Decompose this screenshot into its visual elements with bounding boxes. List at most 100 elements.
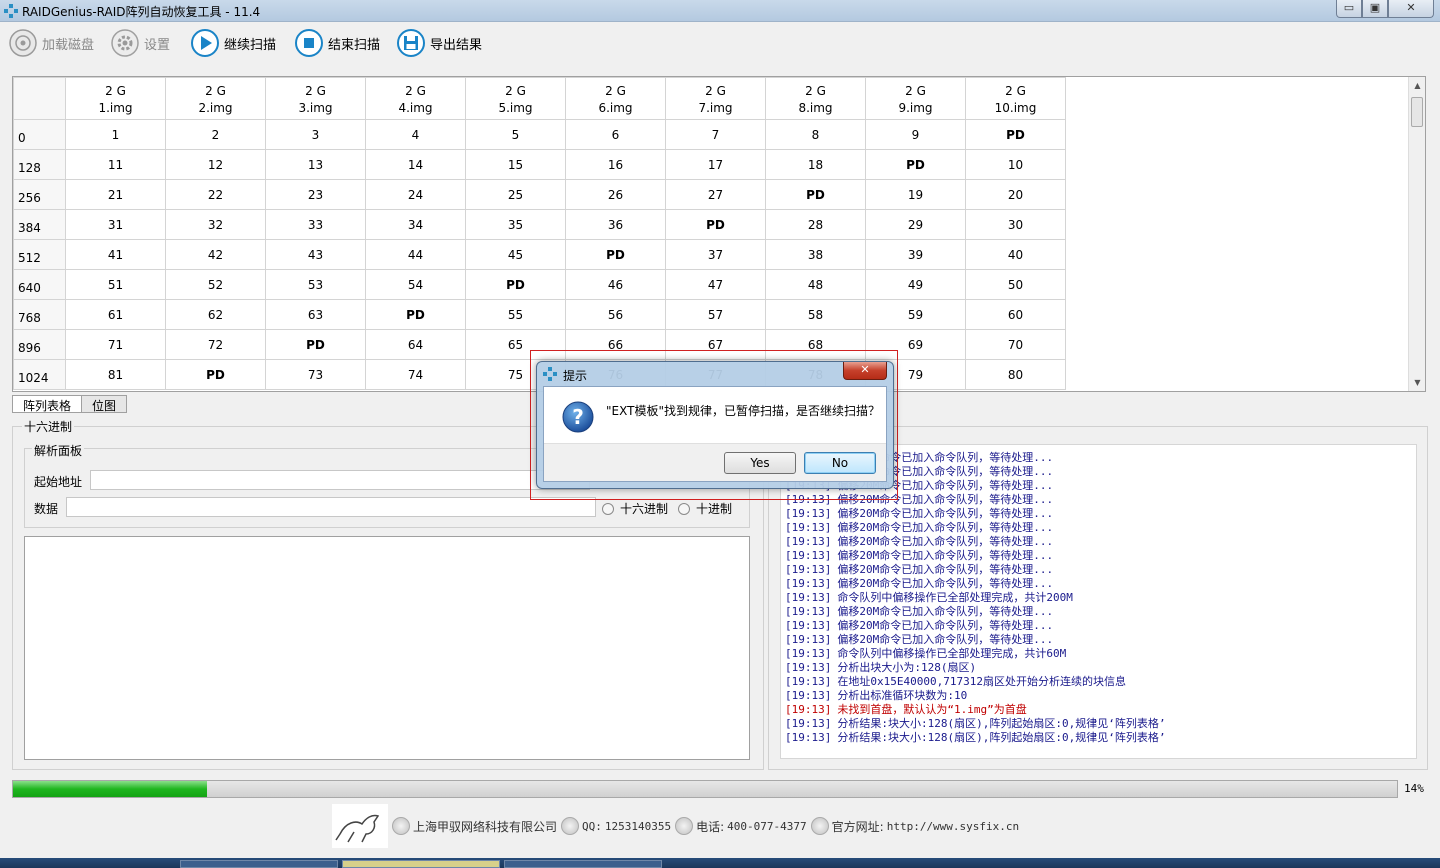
block-cell[interactable]: 4 [365,119,466,150]
block-cell[interactable]: 21 [65,179,166,210]
yes-button[interactable]: Yes [724,452,796,474]
block-cell[interactable]: 73 [265,359,366,390]
block-cell[interactable]: 56 [565,299,666,330]
block-cell[interactable]: 28 [765,209,866,240]
block-cell[interactable]: 41 [65,239,166,270]
maximize-button[interactable]: ▣ [1362,0,1388,18]
parity-cell[interactable]: PD [765,179,866,210]
column-header[interactable]: 2 G 1.img [65,77,166,120]
block-cell[interactable]: 19 [865,179,966,210]
hex-output-area[interactable] [24,536,750,760]
block-cell[interactable]: 55 [465,299,566,330]
block-cell[interactable]: 64 [365,329,466,360]
block-cell[interactable]: 22 [165,179,266,210]
taskbar-item-active[interactable] [342,860,500,868]
block-cell[interactable]: 74 [365,359,466,390]
block-cell[interactable]: 63 [265,299,366,330]
continue-scan-button[interactable]: 继续扫描 [190,28,276,58]
parity-cell[interactable]: PD [965,119,1066,150]
block-cell[interactable]: 81 [65,359,166,390]
parity-cell[interactable]: PD [865,149,966,180]
block-cell[interactable]: 57 [665,299,766,330]
block-cell[interactable]: 48 [765,269,866,300]
block-cell[interactable]: 15 [465,149,566,180]
start-address-input[interactable] [90,470,590,490]
block-cell[interactable]: 27 [665,179,766,210]
taskbar-item[interactable] [180,860,338,868]
block-cell[interactable]: 16 [565,149,666,180]
footer-site[interactable]: 官方网址: http://www.sysfix.cn [810,817,1019,835]
scroll-thumb[interactable] [1411,97,1423,127]
block-cell[interactable]: 40 [965,239,1066,270]
block-cell[interactable]: 53 [265,269,366,300]
block-cell[interactable]: 23 [265,179,366,210]
array-grid[interactable]: 2 G 1.img 2 G 2.img 2 G 3.img 2 G 4.img 2 G 5.img… [12,76,1426,392]
block-cell[interactable]: 72 [165,329,266,360]
block-cell[interactable]: 71 [65,329,166,360]
block-cell[interactable]: 14 [365,149,466,180]
column-header[interactable]: 2 G 8.img [765,77,866,120]
block-cell[interactable]: 50 [965,269,1066,300]
block-cell[interactable]: 31 [65,209,166,240]
block-cell[interactable]: 6 [565,119,666,150]
block-cell[interactable]: 42 [165,239,266,270]
grid-vertical-scrollbar[interactable]: ▲ ▼ [1408,77,1425,391]
block-cell[interactable]: 51 [65,269,166,300]
block-cell[interactable]: 11 [65,149,166,180]
dialog-close-button[interactable]: ✕ [843,362,887,380]
block-cell[interactable]: 2 [165,119,266,150]
minimize-button[interactable]: ▭ [1336,0,1362,18]
parity-cell[interactable]: PD [265,329,366,360]
block-cell[interactable]: 49 [865,269,966,300]
block-cell[interactable]: 61 [65,299,166,330]
block-cell[interactable]: 20 [965,179,1066,210]
block-cell[interactable]: 37 [665,239,766,270]
column-header[interactable]: 2 G 10.img [965,77,1066,120]
block-cell[interactable]: 3 [265,119,366,150]
block-cell[interactable]: 25 [465,179,566,210]
block-cell[interactable]: 70 [965,329,1066,360]
block-cell[interactable]: 44 [365,239,466,270]
block-cell[interactable]: 18 [765,149,866,180]
block-cell[interactable]: 9 [865,119,966,150]
parity-cell[interactable]: PD [665,209,766,240]
block-cell[interactable]: 45 [465,239,566,270]
block-cell[interactable]: 38 [765,239,866,270]
column-header[interactable]: 2 G 9.img [865,77,966,120]
parity-cell[interactable]: PD [565,239,666,270]
block-cell[interactable]: 29 [865,209,966,240]
close-button[interactable]: ✕ [1388,0,1434,18]
block-cell[interactable]: 62 [165,299,266,330]
block-cell[interactable]: 32 [165,209,266,240]
block-cell[interactable]: 34 [365,209,466,240]
no-button[interactable]: No [804,452,876,474]
block-cell[interactable]: 26 [565,179,666,210]
parity-cell[interactable]: PD [465,269,566,300]
taskbar-item[interactable] [504,860,662,868]
block-cell[interactable]: 46 [565,269,666,300]
block-cell[interactable]: 30 [965,209,1066,240]
site-url[interactable]: http://www.sysfix.cn [887,820,1019,833]
column-header[interactable]: 2 G 3.img [265,77,366,120]
load-disk-button[interactable]: 加载磁盘 [8,28,94,58]
block-cell[interactable]: 33 [265,209,366,240]
block-cell[interactable]: 39 [865,239,966,270]
column-header[interactable]: 2 G 4.img [365,77,466,120]
parity-cell[interactable]: PD [165,359,266,390]
block-cell[interactable]: 43 [265,239,366,270]
block-cell[interactable]: 47 [665,269,766,300]
block-cell[interactable]: 1 [65,119,166,150]
block-cell[interactable]: 36 [565,209,666,240]
settings-button[interactable]: 设置 [110,28,170,58]
block-cell[interactable]: 54 [365,269,466,300]
export-results-button[interactable]: 导出结果 [396,28,482,58]
block-cell[interactable]: 60 [965,299,1066,330]
block-cell[interactable]: 10 [965,149,1066,180]
scroll-down-icon[interactable]: ▼ [1409,374,1425,391]
column-header[interactable]: 2 G 6.img [565,77,666,120]
stop-scan-button[interactable]: 结束扫描 [294,28,380,58]
block-cell[interactable]: 24 [365,179,466,210]
column-header[interactable]: 2 G 5.img [465,77,566,120]
block-cell[interactable]: 5 [465,119,566,150]
block-cell[interactable]: 17 [665,149,766,180]
